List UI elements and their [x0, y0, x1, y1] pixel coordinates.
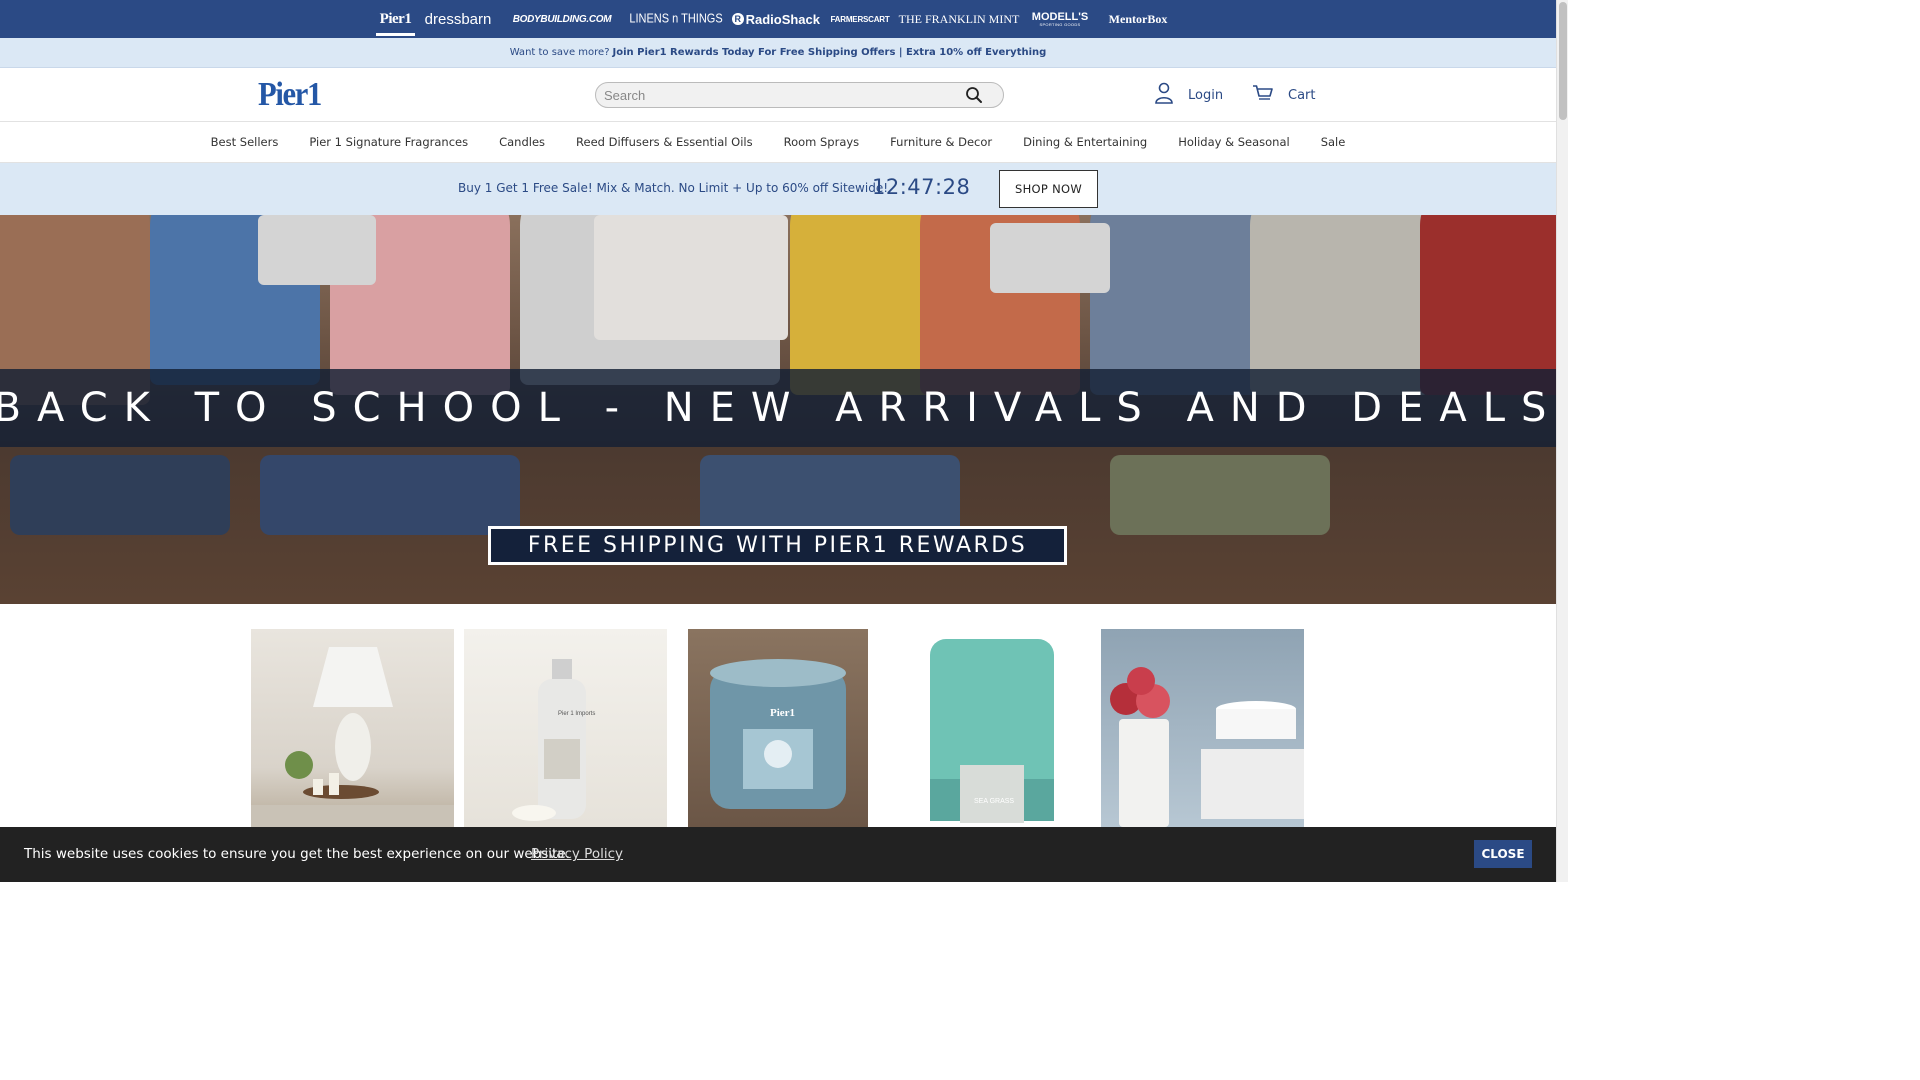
search-box [595, 82, 1004, 108]
site-header: Pier1 Login Cart [0, 68, 1556, 122]
nav-item-sale[interactable]: Sale [1305, 135, 1361, 149]
candle-jar-image [710, 659, 846, 809]
nav-item-furniture-decor[interactable]: Furniture & Decor [875, 135, 1008, 149]
hero-banner[interactable]: BACK TO SCHOOL - NEW ARRIVALS AND DEALS … [0, 215, 1556, 604]
lamp-image [251, 647, 454, 827]
modells-sublabel: SPORTING GOODS [1039, 21, 1081, 27]
cart-icon [1252, 84, 1274, 106]
pillar-candle-label: SEA GRASS [974, 798, 1015, 805]
brand-bar: Pier1 dressbarn BODYBUILDING.COM LINENS … [0, 0, 1556, 38]
product-tile-candle-jar[interactable]: Pier1 [688, 629, 868, 827]
rewards-promo-strip: Want to save more? Join Pier1 Rewards To… [0, 38, 1556, 68]
brand-link-radioshack[interactable]: R RadioShack [732, 0, 820, 38]
hero-figure-7 [1090, 215, 1270, 395]
promo-lead-text: Want to save more? [509, 47, 610, 58]
user-icon [1154, 82, 1174, 108]
brand-link-mentorbox[interactable]: MentorBox [1102, 0, 1174, 38]
hero-jeans-1 [10, 455, 230, 535]
promo-rewards-link[interactable]: Join Pier1 Rewards Today For Free Shippi… [613, 47, 1047, 58]
scrollbar-thumb[interactable] [1559, 2, 1567, 120]
dinnerware-image [1110, 667, 1304, 827]
candle-jar-label: Pier1 [770, 707, 796, 719]
nav-item-best-sellers[interactable]: Best Sellers [195, 135, 294, 149]
hero-tablet-2 [990, 223, 1110, 293]
cart-link[interactable]: Cart [1252, 82, 1316, 108]
product-tile-pillar-candle[interactable]: SEA GRASS [900, 629, 1080, 827]
product-tile-lamp[interactable] [251, 629, 454, 827]
countdown-timer: 12:47:28 [872, 175, 971, 199]
nav-item-candles[interactable]: Candles [484, 135, 561, 149]
main-nav: Best Sellers Pier 1 Signature Fragrances… [0, 122, 1556, 163]
nav-item-dining-entertaining[interactable]: Dining & Entertaining [1008, 135, 1163, 149]
hero-tablet-1 [258, 215, 376, 285]
hero-subtitle: FREE SHIPPING WITH PIER1 REWARDS [527, 533, 1028, 558]
sale-text: Buy 1 Get 1 Free Sale! Mix & Match. No L… [458, 181, 889, 195]
hero-title: BACK TO SCHOOL - NEW ARRIVALS AND DEALS [0, 385, 1556, 431]
brand-link-bodybuilding[interactable]: BODYBUILDING.COM [508, 0, 616, 38]
page-scrollbar[interactable] [1556, 0, 1568, 882]
search-input[interactable] [604, 83, 944, 107]
search-icon[interactable] [965, 86, 983, 104]
nav-item-holiday-seasonal[interactable]: Holiday & Seasonal [1163, 135, 1306, 149]
pier1-logo[interactable]: Pier1 [258, 76, 322, 114]
hero-jeans-4 [1110, 455, 1330, 535]
cart-label: Cart [1288, 87, 1316, 103]
brand-link-dressbarn[interactable]: dressbarn [424, 0, 492, 38]
hero-figure-8 [1250, 215, 1430, 395]
hero-laptop [594, 215, 788, 340]
brand-link-farmerscart[interactable]: FARMERSCART [830, 0, 889, 38]
login-link[interactable]: Login [1154, 82, 1223, 108]
cookie-banner: This website uses cookies to ensure you … [0, 827, 1556, 882]
brand-link-linens-n-things[interactable]: LINENS n THINGS [629, 0, 722, 42]
sale-banner: Buy 1 Get 1 Free Sale! Mix & Match. No L… [0, 163, 1556, 215]
hero-jeans-3 [700, 455, 960, 535]
room-spray-image [512, 659, 586, 821]
cookie-text: This website uses cookies to ensure you … [24, 846, 570, 862]
privacy-policy-link[interactable]: Privacy Policy [531, 846, 623, 862]
cookie-close-button[interactable]: CLOSE [1474, 840, 1532, 868]
room-spray-label: Pier 1 Imports [558, 711, 596, 717]
product-tile-room-spray[interactable]: Pier 1 Imports [464, 629, 667, 827]
modells-label: MODELL'S [1031, 10, 1089, 23]
nav-item-signature-fragrances[interactable]: Pier 1 Signature Fragrances [294, 135, 484, 149]
login-label: Login [1188, 87, 1224, 103]
shop-now-button[interactable]: SHOP NOW [999, 170, 1098, 208]
product-tile-dinnerware[interactable] [1101, 629, 1304, 827]
hero-jeans-2 [260, 455, 520, 535]
brand-link-pier1[interactable]: Pier1 [376, 0, 415, 38]
hero-title-band: BACK TO SCHOOL - NEW ARRIVALS AND DEALS [0, 369, 1556, 447]
brand-link-franklin-mint[interactable]: THE FRANKLIN MINT [899, 0, 1020, 38]
nav-item-reed-diffusers[interactable]: Reed Diffusers & Essential Oils [561, 135, 769, 149]
hero-figure-9 [1420, 215, 1556, 395]
radioshack-label: RadioShack [745, 11, 820, 27]
brand-link-modells[interactable]: MODELL'S SPORTING GOODS [1031, 0, 1089, 38]
hero-subtitle-box: FREE SHIPPING WITH PIER1 REWARDS [488, 526, 1067, 565]
radioshack-logo-icon: R [732, 13, 744, 25]
nav-item-room-sprays[interactable]: Room Sprays [768, 135, 875, 149]
